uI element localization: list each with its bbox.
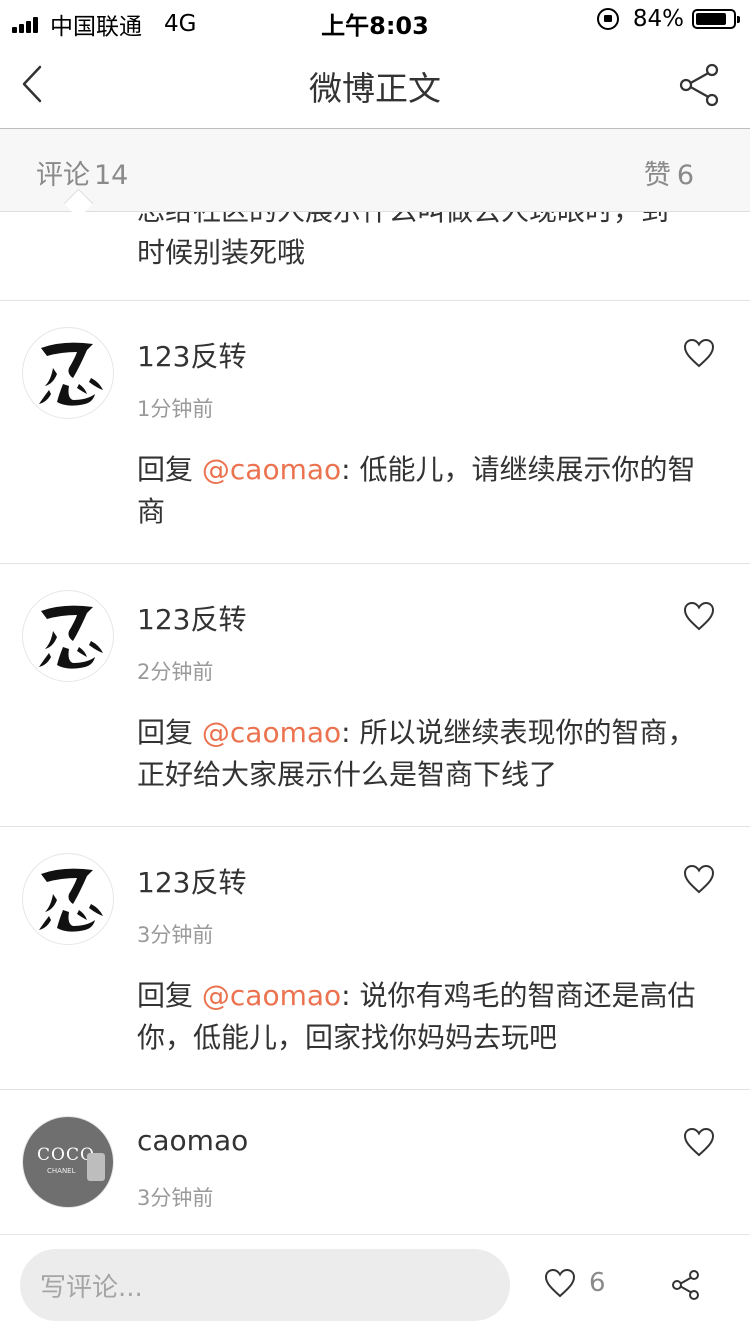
share-icon <box>672 1270 699 1300</box>
comment-timestamp: 1分钟前 <box>137 397 214 421</box>
comment-text-line: 时候别装死哦 <box>137 236 306 269</box>
like-count: 6 <box>589 1268 606 1298</box>
comment-timestamp: 2分钟前 <box>137 660 214 684</box>
tab-comments-label: 评论 <box>36 160 90 191</box>
tab-comments[interactable]: 评论 14 <box>36 153 128 192</box>
comment-text: 回复 @caomao: 所以说继续表现你的智商，正好给大家展示什么是智商下线了 <box>137 712 697 796</box>
comment-text-line: 忘给社区的人展示什么叫做丢人现眼时，到 <box>137 212 717 232</box>
reply-prefix: 回复 <box>137 716 202 749</box>
comment-username[interactable]: 123反转 <box>137 598 246 638</box>
mention-link[interactable]: @caomao <box>202 979 341 1012</box>
list-item[interactable]: 123反转 1分钟前 回复 @caomao: 低能儿，请继续展示你的智商 <box>0 301 750 564</box>
list-item[interactable]: 123反转 3分钟前 回复 @caomao: 说你有鸡毛的智商还是高估你，低能儿… <box>0 827 750 1090</box>
reply-prefix: 回复 <box>137 453 202 486</box>
comment-timestamp: 3分钟前 <box>137 1186 214 1210</box>
comment-username[interactable]: 123反转 <box>137 335 246 375</box>
status-bar: 中国联通 4G 上午8:03 84% <box>0 0 750 40</box>
tab-likes-count: 6 <box>676 160 694 191</box>
battery-percent: 84% <box>632 6 684 32</box>
avatar[interactable] <box>22 590 114 682</box>
tab-likes[interactable]: 赞6 <box>644 153 694 192</box>
share-icon <box>679 63 719 107</box>
status-right: 84% <box>596 6 740 32</box>
comment-text: 回复 @caomao: 低能儿，请继续展示你的智商 <box>137 449 697 533</box>
avatar[interactable]: COCO CHANEL <box>22 1116 114 1208</box>
comment-input[interactable]: 写评论... <box>20 1249 510 1321</box>
battery-icon <box>692 9 740 29</box>
heart-icon <box>683 864 715 894</box>
tab-likes-label: 赞 <box>643 160 671 191</box>
heart-icon <box>544 1268 576 1298</box>
avatar[interactable] <box>22 327 114 419</box>
comment-username[interactable]: 123反转 <box>137 861 246 901</box>
ren-calligraphy-icon <box>39 342 103 406</box>
nav-bar: 微博正文 <box>0 40 750 129</box>
like-button[interactable] <box>682 863 716 895</box>
heart-icon <box>683 1127 715 1157</box>
comment-text: 忘给社区的人展示什么叫做丢人现眼时，到 时候别装死哦 <box>137 212 717 274</box>
comment-list[interactable]: 忘给社区的人展示什么叫做丢人现眼时，到 时候别装死哦 123反转 1分钟前 <box>0 212 750 1234</box>
ren-calligraphy-icon <box>39 868 103 932</box>
mention-link[interactable]: @caomao <box>202 453 341 486</box>
heart-icon <box>683 338 715 368</box>
mention-link[interactable]: @caomao <box>202 716 341 749</box>
reply-prefix: 回复 <box>137 979 202 1012</box>
avatar-decoration <box>87 1153 105 1181</box>
battery-fill <box>696 13 726 25</box>
tabs-bar: 评论 14 赞6 <box>0 129 750 212</box>
battery-tip <box>737 16 740 23</box>
tab-comments-count: 14 <box>94 160 129 191</box>
comment-timestamp: 3分钟前 <box>137 923 214 947</box>
like-button[interactable] <box>682 337 716 369</box>
bottom-bar: 写评论... 6 <box>0 1234 750 1335</box>
page-title: 微博正文 <box>309 69 441 108</box>
avatar[interactable] <box>22 853 114 945</box>
bottom-share-button[interactable] <box>670 1269 702 1301</box>
list-item: 忘给社区的人展示什么叫做丢人现眼时，到 时候别装死哦 <box>0 212 750 301</box>
list-item[interactable]: COCO CHANEL caomao 3分钟前 <box>0 1090 750 1234</box>
avatar-subtext: CHANEL <box>47 1167 76 1175</box>
bottom-like-button[interactable]: 6 <box>543 1267 606 1299</box>
comment-username[interactable]: caomao <box>137 1124 248 1157</box>
like-button[interactable] <box>682 1126 716 1158</box>
list-item[interactable]: 123反转 2分钟前 回复 @caomao: 所以说继续表现你的智商，正好给大家… <box>0 564 750 827</box>
heart-icon <box>683 601 715 631</box>
rotation-lock-icon <box>596 8 619 30</box>
share-button[interactable] <box>676 62 722 108</box>
ren-calligraphy-icon <box>39 605 103 669</box>
like-button[interactable] <box>682 600 716 632</box>
comment-text: 回复 @caomao: 说你有鸡毛的智商还是高估你，低能儿，回家找你妈妈去玩吧 <box>137 975 697 1059</box>
